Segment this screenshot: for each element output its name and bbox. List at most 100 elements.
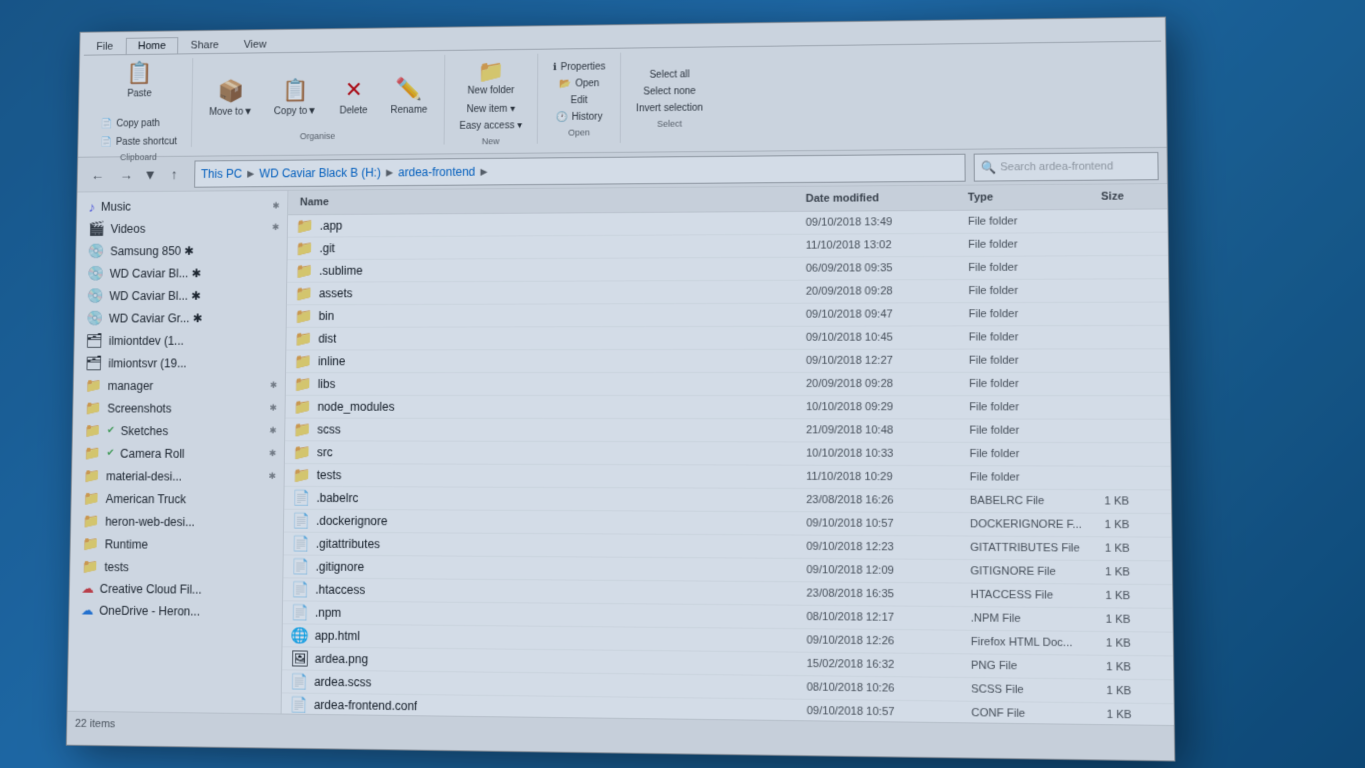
sidebar-item-10[interactable]: 📁✔Sketches✱ bbox=[73, 419, 285, 442]
file-rows: 📁 .app 09/10/2018 13:49 File folder 📁 .g… bbox=[282, 209, 1174, 725]
tab-view[interactable]: View bbox=[231, 36, 279, 53]
sidebar-item-9[interactable]: 📁Screenshots✱ bbox=[73, 397, 285, 420]
paste-shortcut-button[interactable]: 📄 Paste shortcut bbox=[93, 134, 183, 151]
file-name: .npm bbox=[315, 606, 341, 620]
sync-badge: ✔ bbox=[106, 448, 114, 459]
file-size bbox=[1099, 429, 1161, 433]
header-name[interactable]: Name bbox=[296, 191, 802, 210]
new-folder-button[interactable]: 📁 New folder bbox=[459, 52, 524, 102]
file-size bbox=[1098, 265, 1160, 269]
file-type: File folder bbox=[965, 329, 1099, 345]
sidebar-item-label: material-desi... bbox=[106, 469, 263, 483]
file-row[interactable]: 📁 src 10/10/2018 10:33 File folder bbox=[285, 441, 1171, 467]
sidebar-item-label: Music bbox=[101, 199, 267, 214]
easy-access-button[interactable]: Easy access ▾ bbox=[452, 117, 529, 134]
file-icon: 📄 bbox=[292, 489, 310, 507]
sidebar-item-label: Runtime bbox=[105, 537, 275, 552]
sync-badge: ✔ bbox=[107, 425, 115, 436]
file-row[interactable]: 📁 node_modules 10/10/2018 09:29 File fol… bbox=[285, 396, 1170, 420]
sidebar-item-17[interactable]: ☁Creative Cloud Fil... bbox=[70, 578, 283, 602]
file-date: 09/10/2018 10:45 bbox=[802, 329, 965, 345]
sidebar-item-11[interactable]: 📁✔Camera Roll✱ bbox=[72, 442, 284, 465]
file-row[interactable]: 📁 bin 09/10/2018 09:47 File folder bbox=[287, 303, 1169, 328]
open-button[interactable]: 📂 Open bbox=[552, 75, 606, 92]
file-type: File folder bbox=[965, 352, 1099, 368]
address-bar[interactable]: This PC ► WD Caviar Black B (H:) ► ardea… bbox=[194, 153, 966, 187]
breadcrumb-folder[interactable]: ardea-frontend bbox=[398, 164, 475, 178]
sidebar-item-5[interactable]: 💿WD Caviar Gr... ✱ bbox=[75, 306, 286, 329]
sidebar-item-2[interactable]: 💿Samsung 850 ✱ bbox=[76, 239, 287, 263]
move-to-button[interactable]: 📦 Move to▼ bbox=[200, 62, 262, 130]
pin-icon: ✱ bbox=[269, 448, 276, 459]
file-name-cell: 🌐 app.html bbox=[290, 626, 802, 649]
history-button[interactable]: 🕐 History bbox=[549, 109, 610, 126]
sidebar-item-6[interactable]: 🗂ilmiontdev (1... bbox=[74, 329, 285, 352]
forward-button[interactable]: → bbox=[114, 162, 139, 187]
sidebar-item-label: Videos bbox=[110, 221, 266, 236]
sidebar-item-18[interactable]: ☁OneDrive - Heron... bbox=[69, 599, 282, 623]
sidebar-item-16[interactable]: 📁tests bbox=[70, 555, 283, 579]
clipboard-label: Clipboard bbox=[120, 152, 157, 162]
header-type[interactable]: Type bbox=[964, 189, 1097, 206]
select-none-button[interactable]: Select none bbox=[636, 83, 702, 100]
sidebar-item-12[interactable]: 📁material-desi...✱ bbox=[72, 464, 284, 487]
sidebar-item-label: WD Caviar Gr... ✱ bbox=[109, 311, 278, 325]
delete-button[interactable]: ✕ Delete bbox=[329, 61, 378, 130]
file-type: File folder bbox=[965, 446, 1099, 463]
breadcrumb-this-pc[interactable]: This PC bbox=[201, 166, 242, 180]
header-date[interactable]: Date modified bbox=[802, 190, 964, 207]
file-row[interactable]: 📁 libs 20/09/2018 09:28 File folder bbox=[286, 373, 1170, 396]
file-date: 20/09/2018 09:28 bbox=[802, 283, 965, 300]
file-icon: 📁 bbox=[294, 352, 312, 370]
sidebar-item-0[interactable]: ♪Music✱ bbox=[77, 195, 287, 218]
up-button[interactable]: ↑ bbox=[162, 161, 187, 186]
open-icon: 📂 bbox=[559, 79, 571, 90]
new-item-button[interactable]: New item ▾ bbox=[460, 101, 522, 118]
file-name-cell: 📄 .dockerignore bbox=[292, 512, 802, 533]
file-name: scss bbox=[317, 423, 341, 437]
sidebar-item-label: OneDrive - Heron... bbox=[99, 604, 274, 619]
header-size[interactable]: Size bbox=[1097, 188, 1159, 205]
edit-button[interactable]: Edit bbox=[564, 92, 595, 109]
file-row[interactable]: 📁 assets 20/09/2018 09:28 File folder bbox=[287, 279, 1169, 305]
file-row[interactable]: 📁 scss 21/09/2018 10:48 File folder bbox=[285, 419, 1170, 444]
select-all-button[interactable]: Select all bbox=[642, 66, 696, 83]
file-row[interactable]: 📁 dist 09/10/2018 10:45 File folder bbox=[286, 326, 1169, 351]
invert-selection-button[interactable]: Invert selection bbox=[629, 99, 710, 117]
breadcrumb-drive[interactable]: WD Caviar Black B (H:) bbox=[259, 165, 381, 180]
sidebar-item-1[interactable]: 🎬Videos✱ bbox=[77, 216, 288, 240]
sidebar-item-4[interactable]: 💿WD Caviar Bl... ✱ bbox=[75, 284, 286, 307]
file-icon: 📄 bbox=[292, 512, 310, 530]
file-icon: 📁 bbox=[295, 285, 313, 303]
sidebar-item-13[interactable]: 📁American Truck bbox=[71, 487, 283, 511]
sidebar-item-3[interactable]: 💿WD Caviar Bl... ✱ bbox=[76, 261, 287, 284]
select-group: Select all Select none Invert selection … bbox=[621, 51, 718, 143]
sidebar-item-7[interactable]: 🗂ilmiontsvr (19... bbox=[74, 352, 285, 375]
pin-icon: ✱ bbox=[269, 425, 276, 436]
file-type: File folder bbox=[965, 399, 1099, 415]
copy-path-button[interactable]: 📄 Copy path bbox=[94, 115, 184, 132]
back-button[interactable]: ← bbox=[85, 162, 110, 187]
sidebar-item-14[interactable]: 📁heron-web-desi... bbox=[71, 510, 283, 534]
drive-icon: 💿 bbox=[88, 243, 105, 260]
copy-to-button[interactable]: 📋 Copy to▼ bbox=[265, 61, 326, 130]
file-name: .babelrc bbox=[316, 491, 358, 505]
file-row[interactable]: 📁 inline 09/10/2018 12:27 File folder bbox=[286, 349, 1169, 373]
paste-button[interactable]: 📋 Paste bbox=[115, 44, 164, 112]
rename-icon: ✏️ bbox=[393, 73, 424, 105]
search-box[interactable]: 🔍 Search ardea-frontend bbox=[974, 151, 1159, 181]
recent-locations-button[interactable]: ▼ bbox=[142, 161, 158, 186]
file-icon: 📄 bbox=[289, 696, 308, 714]
tab-share[interactable]: Share bbox=[178, 36, 231, 53]
sidebar-item-8[interactable]: 📁manager✱ bbox=[74, 374, 286, 397]
drive-icon: 💿 bbox=[87, 265, 104, 282]
main-content: ♪Music✱🎬Videos✱💿Samsung 850 ✱💿WD Caviar … bbox=[67, 184, 1173, 725]
file-row[interactable]: 📁 .sublime 06/09/2018 09:35 File folder bbox=[287, 256, 1168, 283]
file-name: app.html bbox=[315, 629, 360, 643]
file-name: tests bbox=[317, 468, 342, 482]
properties-button[interactable]: ℹ Properties bbox=[546, 59, 613, 76]
rename-button[interactable]: ✏️ Rename bbox=[382, 60, 437, 129]
file-date: 09/10/2018 12:26 bbox=[802, 632, 966, 650]
music-icon: ♪ bbox=[88, 199, 95, 215]
sidebar-item-15[interactable]: 📁Runtime bbox=[70, 532, 283, 556]
